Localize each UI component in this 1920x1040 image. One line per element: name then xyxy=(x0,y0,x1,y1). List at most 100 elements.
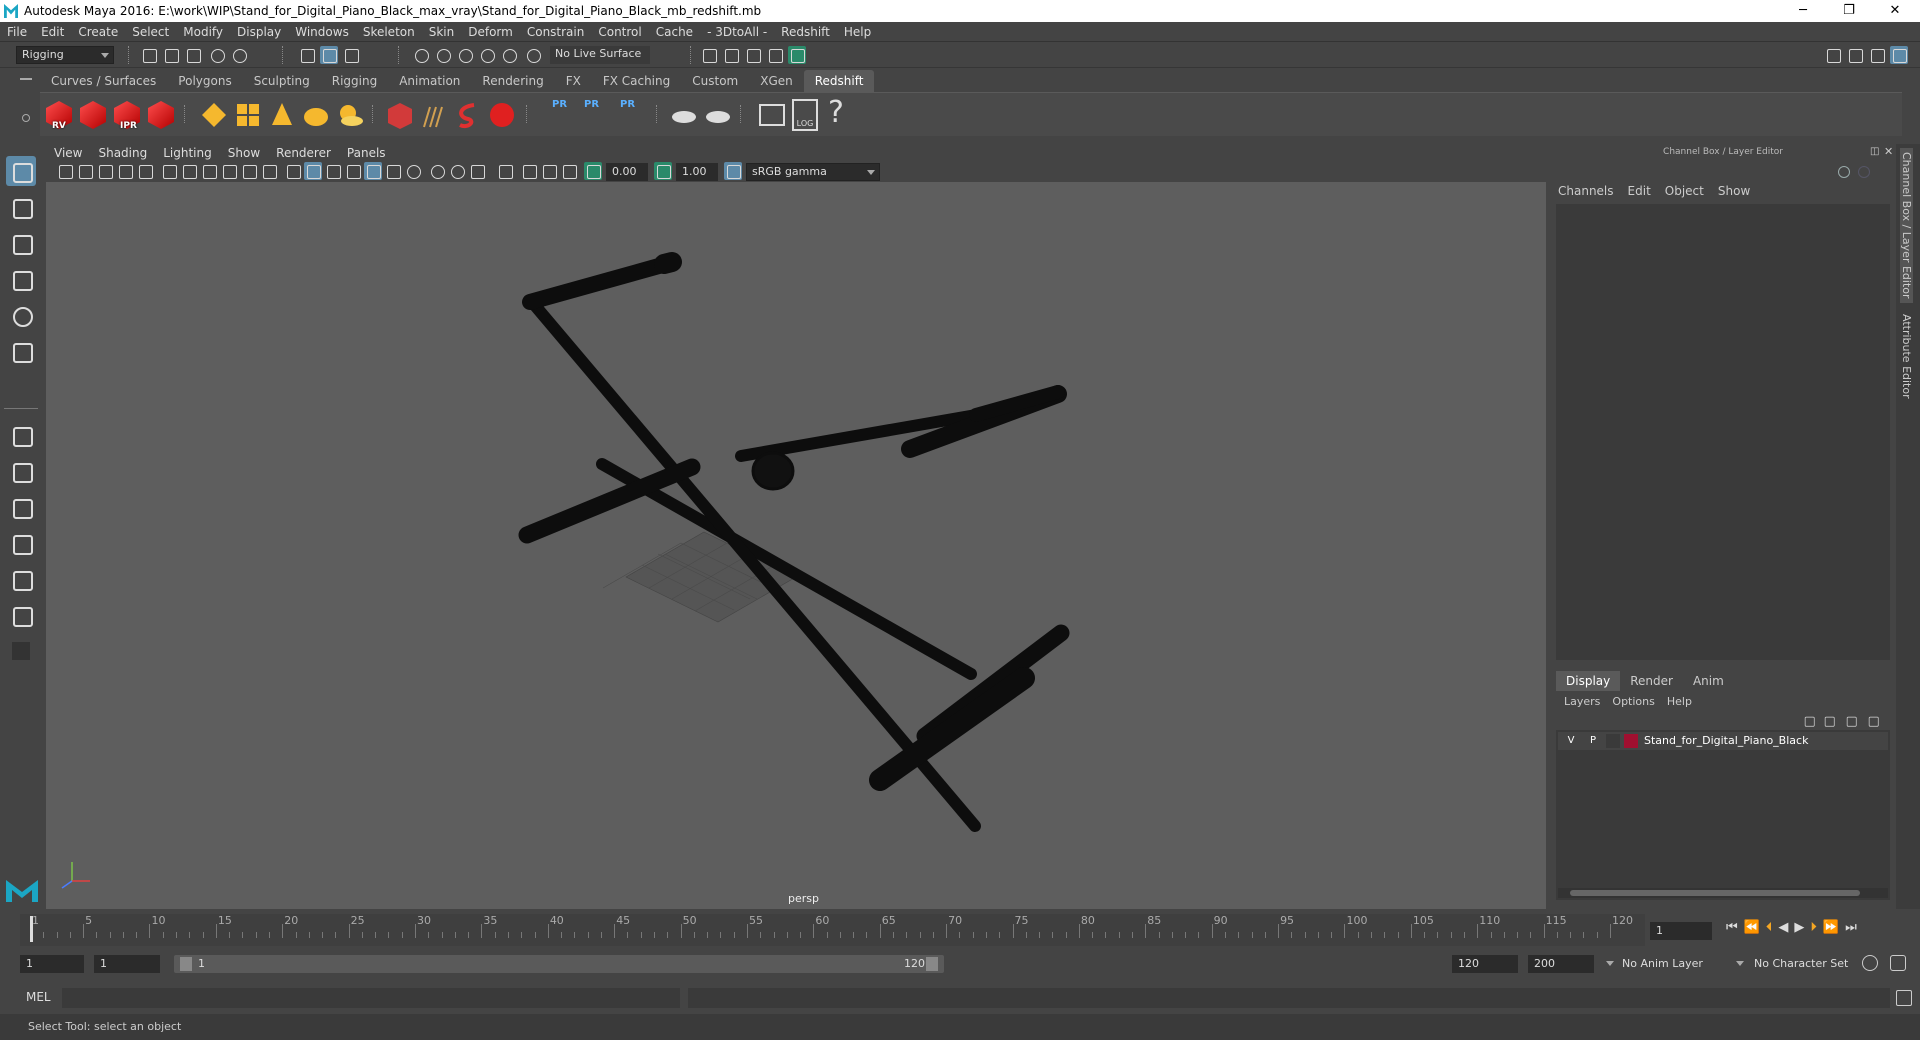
lasso-tool-icon[interactable] xyxy=(6,192,36,222)
select-component-icon[interactable] xyxy=(342,46,360,64)
shadows-icon[interactable] xyxy=(384,162,402,180)
shelf-tab-rendering[interactable]: Rendering xyxy=(471,70,554,92)
single-perspective-layout-icon[interactable] xyxy=(6,420,36,450)
shelf-tab-sculpting[interactable]: Sculpting xyxy=(243,70,321,92)
chevron-down-icon[interactable] xyxy=(1736,961,1744,966)
magnet-icon[interactable] xyxy=(524,46,542,64)
channelbox-toggle-icon[interactable] xyxy=(1890,46,1908,64)
shelf-tab-fx[interactable]: FX xyxy=(555,70,592,92)
menu-edit[interactable]: Edit xyxy=(34,22,71,42)
ambient-occlusion-icon[interactable] xyxy=(404,162,422,180)
range-slider[interactable]: 1 120 xyxy=(174,955,944,973)
menu-deform[interactable]: Deform xyxy=(461,22,520,42)
menu-3dtoall[interactable]: - 3DtoAll - xyxy=(700,22,774,42)
outliner-toggle-icon[interactable] xyxy=(1846,46,1864,64)
exposure-field[interactable]: 0.00 xyxy=(606,163,648,181)
menu-modify[interactable]: Modify xyxy=(176,22,230,42)
dome-light-icon[interactable] xyxy=(302,101,330,129)
xray-joints-icon[interactable] xyxy=(540,162,558,180)
two-view-layout-icon[interactable] xyxy=(6,492,36,522)
backface-icon[interactable] xyxy=(560,162,578,180)
render-icon[interactable] xyxy=(78,99,108,131)
spot-light-icon[interactable] xyxy=(268,101,296,129)
live-surface-field[interactable]: No Live Surface xyxy=(550,46,650,64)
hair-icon[interactable] xyxy=(420,101,448,129)
wireframe-icon[interactable] xyxy=(284,162,302,180)
shelf-tab-curves[interactable]: Curves / Surfaces xyxy=(40,70,167,92)
layer-type-toggle[interactable] xyxy=(1606,734,1620,748)
script-language-label[interactable]: MEL xyxy=(26,990,51,1004)
playback-end-field[interactable]: 120 xyxy=(1452,955,1518,973)
new-layer-selected-icon[interactable] xyxy=(1867,715,1880,728)
viewport-menu-show[interactable]: Show xyxy=(220,144,268,162)
menu-display[interactable]: Display xyxy=(230,22,288,42)
color-management-icon[interactable] xyxy=(724,162,742,180)
portal-light-icon[interactable] xyxy=(234,101,262,129)
restore-button[interactable]: ❐ xyxy=(1826,0,1872,22)
step-back-key-icon[interactable]: ⏴ xyxy=(1766,920,1773,935)
smooth-shade-icon[interactable] xyxy=(304,162,322,180)
step-forward-icon[interactable]: ⏩ xyxy=(1823,920,1839,935)
minimize-button[interactable]: ─ xyxy=(1780,0,1826,22)
curve-icon[interactable] xyxy=(454,101,482,129)
animation-preferences-icon[interactable] xyxy=(1890,955,1906,971)
play-backwards-icon[interactable]: ◀ xyxy=(1778,920,1788,935)
shelf-tab-custom[interactable]: Custom xyxy=(681,70,749,92)
close-button[interactable]: ✕ xyxy=(1872,0,1918,22)
menuset-dropdown[interactable]: Rigging xyxy=(16,46,114,64)
shelf-tab-fx-caching[interactable]: FX Caching xyxy=(592,70,681,92)
step-back-icon[interactable]: ⏪ xyxy=(1744,920,1760,935)
object-menu[interactable]: Object xyxy=(1665,184,1704,198)
camera-select-icon[interactable] xyxy=(56,162,74,180)
scrollbar-thumb[interactable] xyxy=(1570,890,1860,896)
menu-control[interactable]: Control xyxy=(591,22,648,42)
auto-key-icon[interactable] xyxy=(1862,955,1878,971)
ipr-icon[interactable]: IPR xyxy=(112,99,142,131)
render-settings-cube-icon[interactable] xyxy=(146,99,176,131)
step-forward-key-icon[interactable]: ⏵ xyxy=(1810,920,1817,935)
scale-tool-icon[interactable] xyxy=(6,336,36,366)
camera-attributes-icon[interactable] xyxy=(76,162,94,180)
shelf-tab-xgen[interactable]: XGen xyxy=(749,70,804,92)
current-frame-field[interactable]: 1 xyxy=(1650,922,1712,940)
gate-mask-icon[interactable] xyxy=(220,162,238,180)
render-frame-icon[interactable] xyxy=(722,46,740,64)
menu-file[interactable]: File xyxy=(0,22,34,42)
layer-playback-toggle[interactable]: P xyxy=(1584,732,1602,750)
shelf-tab-polygons[interactable]: Polygons xyxy=(167,70,242,92)
bookmark-icon[interactable] xyxy=(96,162,114,180)
menu-help[interactable]: Help xyxy=(837,22,878,42)
move-layer-down-icon[interactable] xyxy=(1823,715,1836,728)
side-tab-channel-box[interactable]: Channel Box / Layer Editor xyxy=(1900,148,1913,303)
pr-import-button[interactable]: PR xyxy=(584,99,606,110)
playback-start-field[interactable]: 1 xyxy=(94,955,160,973)
snap-grid-icon[interactable] xyxy=(412,46,430,64)
end-time-field[interactable]: 200 xyxy=(1528,955,1594,973)
viewport-menu-lighting[interactable]: Lighting xyxy=(155,144,220,162)
channels-menu[interactable]: Channels xyxy=(1558,184,1614,198)
bowl-icon[interactable] xyxy=(670,101,698,129)
persp-viewport[interactable]: persp xyxy=(46,182,1546,909)
go-to-end-icon[interactable]: ⏭ xyxy=(1845,920,1857,935)
custom-layout-icon[interactable] xyxy=(6,600,36,630)
pr-export-button[interactable]: PR xyxy=(552,99,574,110)
move-tool-icon[interactable] xyxy=(6,264,36,294)
menu-cache[interactable]: Cache xyxy=(649,22,700,42)
save-scene-icon[interactable] xyxy=(184,46,202,64)
pr-convert-button[interactable]: PR xyxy=(620,99,642,110)
speed-icon[interactable] xyxy=(1858,166,1870,178)
layer-help-menu[interactable]: Help xyxy=(1667,695,1692,708)
render-settings-icon[interactable] xyxy=(700,46,718,64)
snap-curve-icon[interactable] xyxy=(434,46,452,64)
tab-render[interactable]: Render xyxy=(1620,671,1683,691)
snap-view-icon[interactable] xyxy=(478,46,496,64)
viewport-menu-shading[interactable]: Shading xyxy=(90,144,155,162)
new-scene-icon[interactable] xyxy=(140,46,158,64)
render-view-icon[interactable]: RV xyxy=(44,99,74,131)
viewport-menu-view[interactable]: View xyxy=(46,144,90,162)
gamma-field[interactable]: 1.00 xyxy=(676,163,718,181)
menu-skin[interactable]: Skin xyxy=(422,22,462,42)
chevron-down-icon[interactable] xyxy=(1606,961,1614,966)
layer-color-swatch[interactable] xyxy=(1624,734,1638,748)
menu-constrain[interactable]: Constrain xyxy=(520,22,592,42)
